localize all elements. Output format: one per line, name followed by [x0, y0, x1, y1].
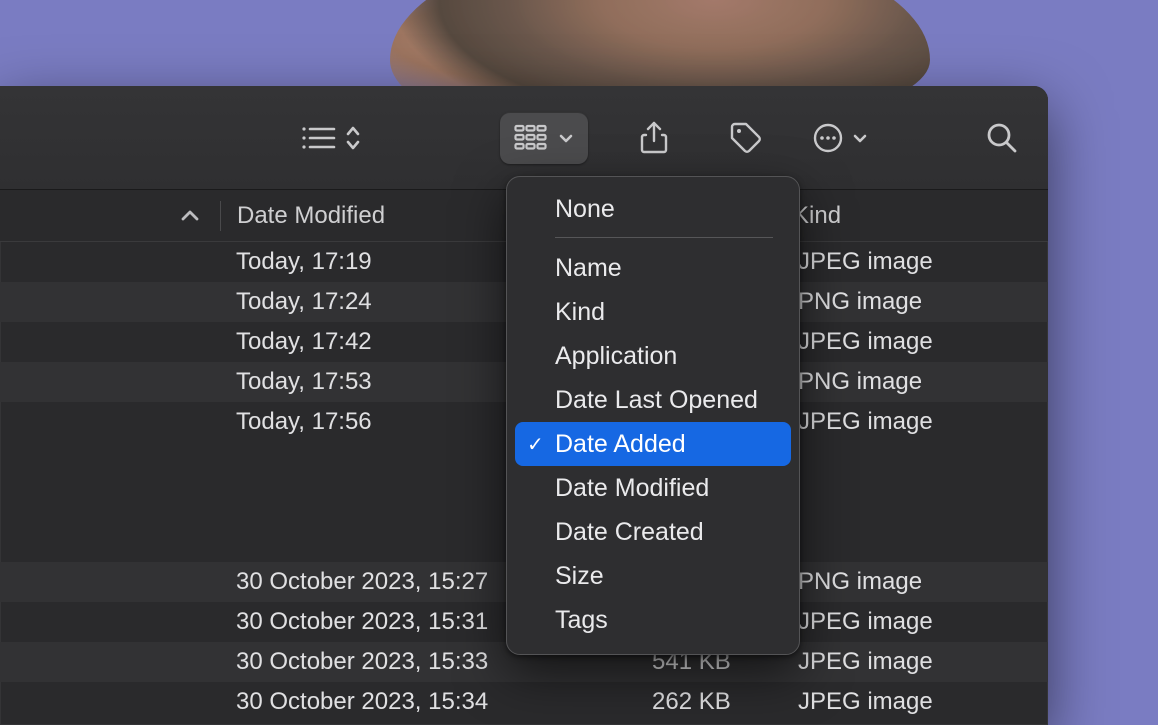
tags-button[interactable] — [720, 112, 772, 164]
menu-item-date-created[interactable]: Date Created — [515, 510, 791, 554]
menu-item-label: Size — [555, 562, 604, 591]
menu-item-tags[interactable]: Tags — [515, 598, 791, 642]
search-icon — [986, 122, 1018, 154]
menu-item-label: Date Last Opened — [555, 386, 758, 415]
cell-kind: JPEG image — [798, 648, 933, 676]
menu-item-label: Date Modified — [555, 474, 709, 503]
cell-kind: JPEG image — [798, 408, 933, 436]
menu-item-name[interactable]: Name — [515, 246, 791, 290]
cell-kind: JPEG image — [798, 328, 933, 356]
share-icon — [639, 121, 669, 155]
menu-separator — [555, 237, 773, 238]
menu-item-label: Name — [555, 254, 622, 283]
tag-icon — [729, 121, 763, 155]
group-by-menu: None Name Kind Application Date Last Opened ✓… — [506, 176, 800, 655]
cell-size: 262 KB — [652, 688, 798, 716]
menu-item-label: Date Created — [555, 518, 704, 547]
share-button[interactable] — [628, 112, 680, 164]
menu-item-date-modified[interactable]: Date Modified — [515, 466, 791, 510]
chevron-down-icon — [558, 130, 574, 146]
checkmark-icon: ✓ — [527, 432, 544, 457]
menu-item-label: Kind — [555, 298, 605, 327]
menu-item-application[interactable]: Application — [515, 334, 791, 378]
group-by-button[interactable] — [500, 112, 588, 164]
group-grid-icon — [514, 124, 548, 152]
menu-item-label: Date Added — [555, 430, 686, 459]
menu-item-date-last-opened[interactable]: Date Last Opened — [515, 378, 791, 422]
cell-kind: PNG image — [798, 368, 922, 396]
menu-item-label: Tags — [555, 606, 608, 635]
search-button[interactable] — [976, 112, 1028, 164]
ellipsis-circle-icon — [812, 122, 844, 154]
list-view-icon — [300, 124, 338, 152]
cell-date-modified: 30 October 2023, 15:34 — [236, 688, 652, 716]
cell-kind: JPEG image — [798, 688, 933, 716]
sort-direction-indicator[interactable] — [160, 209, 220, 223]
menu-item-label: Application — [555, 342, 677, 371]
finder-toolbar — [0, 86, 1048, 190]
more-actions-button[interactable] — [812, 112, 868, 164]
chevron-down-icon — [852, 130, 868, 146]
stepper-updown-icon — [346, 125, 360, 151]
chevron-up-icon — [180, 209, 200, 223]
menu-item-none[interactable]: None — [515, 187, 791, 231]
menu-item-date-added[interactable]: ✓ Date Added — [515, 422, 791, 466]
cell-kind: PNG image — [798, 288, 922, 316]
menu-item-label: None — [555, 195, 615, 224]
cell-kind: JPEG image — [798, 608, 933, 636]
view-list-stepper-button[interactable] — [300, 112, 360, 164]
cell-kind: JPEG image — [798, 248, 933, 276]
table-row[interactable]: 30 October 2023, 15:34262 KBJPEG image — [0, 682, 1048, 722]
cell-kind: PNG image — [798, 568, 922, 596]
menu-item-size[interactable]: Size — [515, 554, 791, 598]
column-divider[interactable] — [220, 201, 221, 231]
menu-item-kind[interactable]: Kind — [515, 290, 791, 334]
